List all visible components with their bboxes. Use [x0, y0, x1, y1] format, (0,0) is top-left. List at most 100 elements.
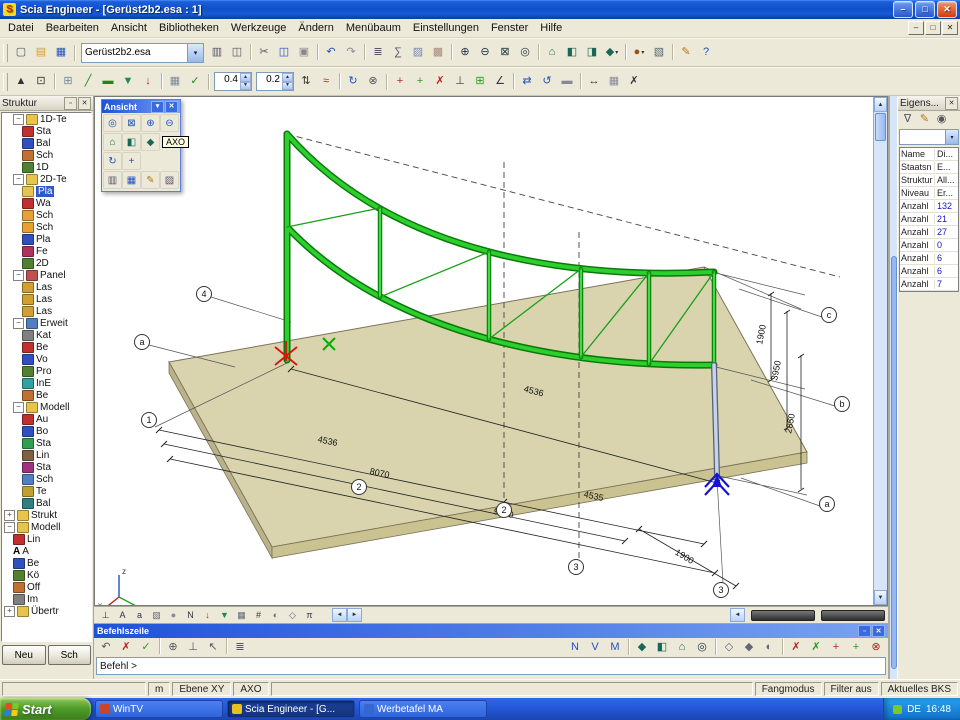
properties-panel-header[interactable]: Eigens... ✕	[898, 96, 960, 111]
menu-fenster[interactable]: Fenster	[485, 21, 534, 35]
taskbar-button-wintv[interactable]: WinTV	[95, 700, 223, 718]
refresh-view-button[interactable]: ↻	[343, 73, 363, 91]
member-1d-button[interactable]: ╱	[78, 73, 98, 91]
scale-spinner-1[interactable]: 0.4 ▲ ▼	[214, 72, 252, 91]
minimize-button[interactable]: –	[893, 1, 913, 18]
restore-button[interactable]: □	[915, 1, 935, 18]
model-view-drawing[interactable]: 4536 4536 4535 8070 9070 1900 3950 2850 …	[95, 97, 880, 606]
view-axo-button[interactable]: ◆▾	[602, 44, 622, 62]
zoom-window-button[interactable]: ⊠	[495, 44, 515, 62]
taskbar-button-werbetafel-ma[interactable]: Werbetafel MA	[359, 700, 487, 718]
command-input[interactable]: Befehl >	[96, 657, 886, 675]
layers-button[interactable]: ▧	[649, 44, 669, 62]
shade-mode-button[interactable]: ◐	[759, 638, 779, 656]
menu-bearbeiten[interactable]: Bearbeiten	[40, 21, 105, 35]
tree-item-sch[interactable]: Sch	[2, 209, 91, 221]
title-bar[interactable]: S Scia Engineer - [Gerüst2b2.esa : 1] – …	[0, 0, 960, 19]
menu-ansicht[interactable]: Ansicht	[105, 21, 153, 35]
result-m-button[interactable]: M	[605, 638, 625, 656]
tree-item-1d-te[interactable]: −1D-Te	[2, 113, 91, 125]
dimension-tool-button[interactable]: ↔	[584, 73, 604, 91]
snap-orthogonal-button[interactable]: ⊥	[450, 73, 470, 91]
scroll-up-icon[interactable]: ▲	[874, 97, 887, 112]
tree-expander-icon[interactable]: +	[4, 606, 15, 617]
tree-item-wa[interactable]: Wa	[2, 197, 91, 209]
tree-expander-icon[interactable]: −	[4, 522, 15, 533]
tree-item-im[interactable]: Im	[2, 593, 91, 605]
status-unit[interactable]: m	[148, 682, 170, 696]
tree-item-au[interactable]: Au	[2, 413, 91, 425]
help-button[interactable]: ?	[696, 44, 716, 62]
deformation-button[interactable]: ≈	[316, 73, 336, 91]
property-row[interactable]: NameDi...	[900, 148, 958, 161]
taskbar-button-scia-engineer-g-[interactable]: Scia Engineer - [G...	[227, 700, 355, 718]
picture-gallery-button[interactable]: ▨	[408, 44, 428, 62]
command-undo-button[interactable]: ↶	[96, 638, 116, 656]
tree-item-2d[interactable]: 2D	[2, 257, 91, 269]
menu-datei[interactable]: Datei	[2, 21, 40, 35]
tree-item-las[interactable]: Las	[2, 281, 91, 293]
tree-item-2d-te[interactable]: −2D-Te	[2, 173, 91, 185]
parameters-toggle-button[interactable]: π	[301, 608, 318, 622]
tree-item-sta[interactable]: Sta	[2, 125, 91, 137]
save-view-button[interactable]: ▦	[122, 171, 141, 189]
cut-button[interactable]: ✂	[254, 44, 274, 62]
scroll-down-icon[interactable]: ▼	[874, 590, 887, 605]
property-row[interactable]: Anzahl21	[900, 213, 958, 226]
load-tool-button[interactable]: ↓	[138, 73, 158, 91]
property-row[interactable]: Anzahl6	[900, 252, 958, 265]
shading-toggle-button[interactable]: ◐	[267, 608, 284, 622]
model-display-toggle-button[interactable]: ▦	[233, 608, 250, 622]
property-pin-button[interactable]: ◉	[933, 112, 950, 127]
snap-green-plus-button[interactable]: +	[846, 638, 866, 656]
undo-button[interactable]: ↶	[321, 44, 341, 62]
canvas-vertical-scrollbar[interactable]: ▲ ▼	[873, 97, 887, 605]
scroll-right-icon[interactable]: ►	[347, 608, 362, 622]
status-snap-mode[interactable]: Fangmodus	[755, 682, 822, 696]
pin-icon[interactable]: ▫	[64, 97, 77, 110]
number-display-toggle-button[interactable]: #	[250, 608, 267, 622]
close-tree-button[interactable]: Sch	[48, 645, 92, 665]
project-file-combobox[interactable]: Gerüst2b2.esa ▾	[81, 43, 204, 63]
property-row[interactable]: Anzahl27	[900, 226, 958, 239]
view-front-button[interactable]: ◧	[562, 44, 582, 62]
tree-item-las[interactable]: Las	[2, 305, 91, 317]
tray-language-indicator[interactable]: DE	[907, 704, 921, 715]
member-2d-button[interactable]: ▬	[98, 73, 118, 91]
zoom-all-button[interactable]: ◎	[103, 114, 122, 132]
menu-bibliotheken[interactable]: Bibliotheken	[153, 21, 225, 35]
tree-item-modell[interactable]: −Modell	[2, 521, 91, 533]
load-display-toggle-button[interactable]: ↓	[199, 608, 216, 622]
abc-toggle-button[interactable]: N	[182, 608, 199, 622]
tree-expander-icon[interactable]: −	[13, 174, 24, 185]
mesh-tool-button[interactable]: ▦	[165, 73, 185, 91]
toolbar-grip[interactable]	[3, 73, 8, 91]
tree-item-vo[interactable]: Vo	[2, 353, 91, 365]
result-v-button[interactable]: V	[585, 638, 605, 656]
view-top-button[interactable]: ⌂	[542, 44, 562, 62]
property-row[interactable]: Anzahl6	[900, 265, 958, 278]
property-row[interactable]: Anzahl0	[900, 239, 958, 252]
render-mode-button[interactable]: ●▾	[629, 44, 649, 62]
print-view-button[interactable]: ▥	[103, 171, 122, 189]
erase-tool-button[interactable]: ✗	[624, 73, 644, 91]
select-cursor-button[interactable]: ▲	[11, 73, 31, 91]
render-fill-toggle-button[interactable]: ●	[165, 608, 182, 622]
ansicht-dropdown-icon[interactable]: ▾	[151, 101, 164, 113]
result-n-button[interactable]: N	[565, 638, 585, 656]
top-view-quick-button[interactable]: ⌂	[672, 638, 692, 656]
tree-expander-icon[interactable]: −	[13, 402, 24, 413]
tree-item-kat[interactable]: Kat	[2, 329, 91, 341]
combobox-dropdown-icon[interactable]: ▾	[945, 130, 958, 144]
snap-green-cross-button[interactable]: ✗	[806, 638, 826, 656]
snap-circle-button[interactable]: ⊗	[866, 638, 886, 656]
tree-item-be[interactable]: Be	[2, 341, 91, 353]
ansicht-floating-toolbar[interactable]: Ansicht ▾ ✕ ◎⊠⊕⊖⌂◧◆↻+▥▦✎▨ AXO	[101, 99, 181, 192]
close-panel-icon[interactable]: ✕	[945, 97, 958, 110]
node-labels-toggle-button[interactable]: A	[114, 608, 131, 622]
view-side-button[interactable]: ◨	[582, 44, 602, 62]
property-row[interactable]: NiveauEr...	[900, 187, 958, 200]
command-accept-button[interactable]: ✓	[136, 638, 156, 656]
status-filter[interactable]: Filter aus	[824, 682, 879, 696]
open-project-button[interactable]: ▤	[31, 44, 51, 62]
